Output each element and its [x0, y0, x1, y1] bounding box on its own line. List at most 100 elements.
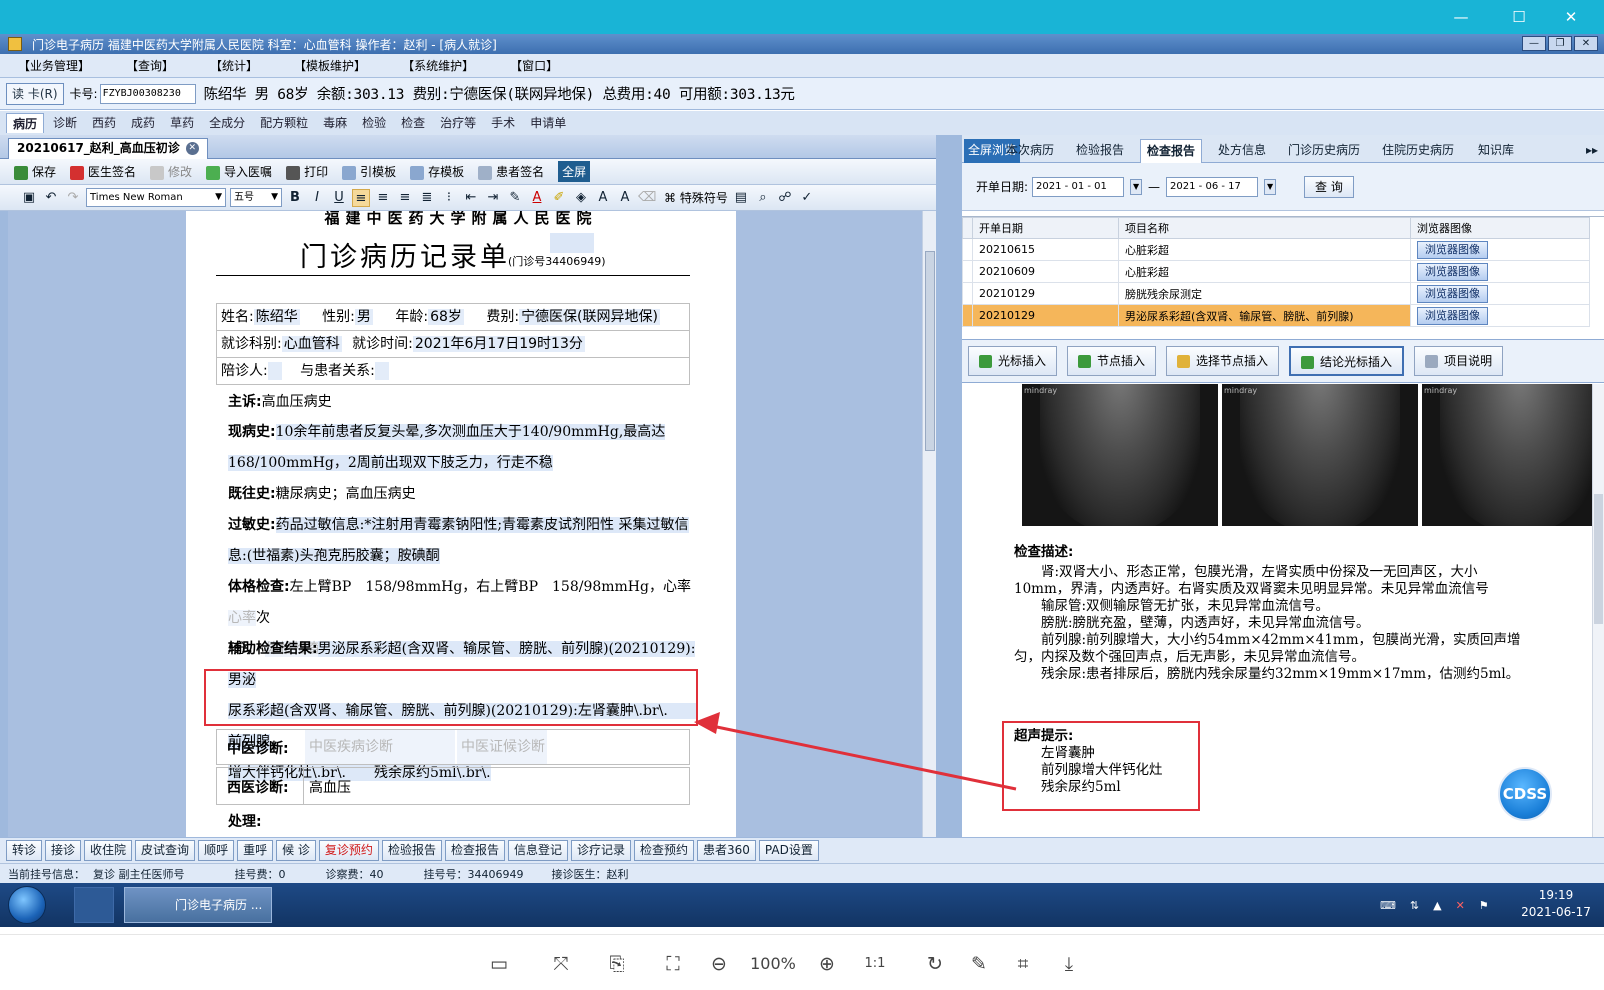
editor-scrollbar[interactable] [922, 211, 936, 837]
treatment-record-button[interactable]: 诊疗记录 [570, 840, 631, 861]
numbered-list-icon[interactable]: ⁝ [440, 189, 458, 207]
modify-button[interactable]: 修改 [150, 163, 192, 180]
tab-record[interactable]: 病历 [6, 113, 45, 133]
sex-field[interactable]: 男 [354, 309, 373, 325]
actual-size-icon[interactable]: 1:1 [862, 951, 888, 977]
pane-splitter[interactable] [936, 135, 962, 837]
volume-muted-icon[interactable]: ✕ [1456, 899, 1465, 912]
format-painter-icon[interactable]: ✎ [506, 189, 524, 207]
network-icon[interactable]: ⇅ [1410, 899, 1419, 912]
fee-field[interactable]: 宁德医保(联网异地保) [519, 309, 660, 325]
browse-image-button[interactable]: 浏览器图像 [1417, 306, 1488, 325]
table-row[interactable]: 20210615 心脏彩超 浏览器图像 [962, 238, 1590, 261]
tab-treatment[interactable]: 治疗等 [434, 113, 482, 133]
shrink-font-icon[interactable]: A [616, 189, 634, 207]
recall-button[interactable]: 重呼 [237, 840, 274, 861]
ultrasound-image-2[interactable]: mindray [1222, 384, 1418, 526]
ultrasound-image-3[interactable]: mindray [1422, 384, 1592, 526]
save-template-button[interactable]: 存模板 [410, 163, 464, 180]
zoom-in-icon[interactable]: ⊕ [814, 951, 840, 977]
present-history[interactable]: 现病史:10余年前患者反复头晕,多次测血压大于140/90mmHg,最高达 168… [228, 417, 698, 479]
date-to-dropdown-icon[interactable]: ▼ [1264, 178, 1277, 195]
save-icon[interactable]: ▣ [20, 189, 38, 207]
tab-exam[interactable]: 检查 [395, 113, 431, 133]
allergy-history[interactable]: 过敏史:药品过敏信息:*注射用青霉素钠阳性;青霉素皮试剂阳性 采集过敏信 息:(世… [228, 510, 698, 572]
dept-field[interactable]: 心血管科 [281, 336, 342, 352]
table-row[interactable]: 20210129 膀胱残余尿测定 浏览器图像 [962, 282, 1590, 305]
item-description-button[interactable]: 项目说明 [1414, 346, 1504, 376]
underline-icon[interactable]: U [330, 189, 348, 207]
tray-expand-icon[interactable]: ▲ [1433, 899, 1441, 912]
outdent-icon[interactable]: ⇤ [462, 189, 480, 207]
import-orders-button[interactable]: 导入医嘱 [206, 163, 272, 180]
spellcheck-icon[interactable]: ✓ [798, 189, 816, 207]
highlight-icon[interactable]: ✐ [550, 189, 568, 207]
cdss-button[interactable]: CDSS [1498, 767, 1552, 821]
age-field[interactable]: 68岁 [428, 309, 464, 325]
align-center-icon[interactable]: ≡ [374, 189, 392, 207]
past-history[interactable]: 既往史:糖尿病史；高血压病史 [228, 479, 698, 510]
redo-icon[interactable]: ↷ [64, 189, 82, 207]
info-register-button[interactable]: 信息登记 [507, 840, 568, 861]
font-color-icon[interactable]: A [528, 189, 546, 207]
font-family-select[interactable]: Times New Roman ▼ [86, 188, 226, 207]
justify-icon[interactable]: ≣ [418, 189, 436, 207]
card-number-field[interactable]: FZYBJ00308230 [99, 83, 196, 104]
app-close-button[interactable]: ✕ [1574, 36, 1598, 51]
select-node-insert-button[interactable]: 选择节点插入 [1166, 346, 1280, 376]
tab-exam-report[interactable]: 检查报告 [1140, 139, 1203, 163]
print-button[interactable]: 打印 [286, 163, 328, 180]
pad-settings-button[interactable]: PAD设置 [758, 840, 819, 861]
save-button[interactable]: 保存 [14, 163, 56, 180]
patient-sign-button[interactable]: 患者签名 [478, 163, 544, 180]
waiting-button[interactable]: 候 诊 [276, 840, 316, 861]
tab-inpatient-history[interactable]: 住院历史病历 [1382, 139, 1454, 163]
flag-icon[interactable]: ⚑ [1479, 899, 1489, 912]
tcm-disease-field[interactable]: 中医疾病诊断 [305, 730, 455, 764]
referral-button[interactable]: 转诊 [6, 840, 43, 861]
name-field[interactable]: 陈绍华 [253, 309, 300, 325]
fullscreen-icon[interactable]: ⛶ [660, 951, 686, 977]
edit-icon[interactable]: ✎ [966, 951, 992, 977]
patient360-button[interactable]: 患者360 [697, 840, 756, 861]
heart-rate-field[interactable]: 心率 [228, 610, 256, 626]
app-minimize-button[interactable]: — [1522, 36, 1546, 51]
tab-knowledge[interactable]: 知识库 [1478, 139, 1514, 163]
editor-scroll-thumb[interactable] [925, 251, 935, 451]
tabs-scroll-icon[interactable]: ▸▸ [1586, 139, 1598, 163]
browse-image-button[interactable]: 浏览器图像 [1417, 284, 1488, 303]
insert-note-icon[interactable]: ▤ [732, 189, 750, 207]
tab-outpatient-history[interactable]: 门诊历史病历 [1288, 139, 1360, 163]
app-restore-button[interactable]: ❐ [1548, 36, 1572, 51]
lab-report-button[interactable]: 检验报告 [381, 840, 442, 861]
fit-icon[interactable]: ⤧ [548, 951, 574, 977]
conclusion-insert-button[interactable]: 结论光标插入 [1289, 346, 1405, 376]
menu-window[interactable]: 【窗口】 [510, 57, 558, 74]
clear-format-icon[interactable]: ⌫ [638, 189, 656, 207]
admit-button[interactable]: 收住院 [84, 840, 133, 861]
chief-complaint[interactable]: 主诉:高血压病史 [228, 387, 698, 418]
fullscreen-button[interactable]: 全屏 [558, 161, 591, 182]
wm-diagnosis-field[interactable]: 高血压 [309, 777, 351, 797]
menu-business[interactable]: 【业务管理】 [18, 57, 90, 74]
tab-western-drug[interactable]: 西药 [86, 113, 122, 133]
tab-request[interactable]: 申请单 [524, 113, 572, 133]
table-row-selected[interactable]: 20210129 男泌尿系彩超(含双肾、输尿管、膀胱、前列腺) 浏览器图像 [962, 304, 1590, 327]
gallery-icon[interactable]: ▭ [486, 951, 512, 977]
report-scrollbar[interactable] [1592, 384, 1604, 837]
taskbar-app-emr[interactable]: 门诊电子病历 ... [124, 887, 272, 923]
relation-field[interactable] [374, 362, 389, 380]
bold-icon[interactable]: B [286, 189, 304, 207]
tcm-syndrome-field[interactable]: 中医证候诊断 [457, 730, 547, 764]
use-template-button[interactable]: 引模板 [342, 163, 396, 180]
receive-button[interactable]: 接诊 [45, 840, 82, 861]
exam-report-button[interactable]: 检查报告 [444, 840, 505, 861]
tab-patent-drug[interactable]: 成药 [125, 113, 161, 133]
crop-icon[interactable]: ⌗ [1010, 951, 1036, 977]
search-icon[interactable]: ⌕ [754, 189, 772, 207]
skin-test-button[interactable]: 皮试查询 [135, 840, 196, 861]
ocr-icon[interactable]: ⎘ [604, 951, 630, 977]
node-insert-button[interactable]: 节点插入 [1067, 346, 1157, 376]
align-right-icon[interactable]: ≡ [396, 189, 414, 207]
download-icon[interactable]: ⤓ [1056, 951, 1082, 977]
